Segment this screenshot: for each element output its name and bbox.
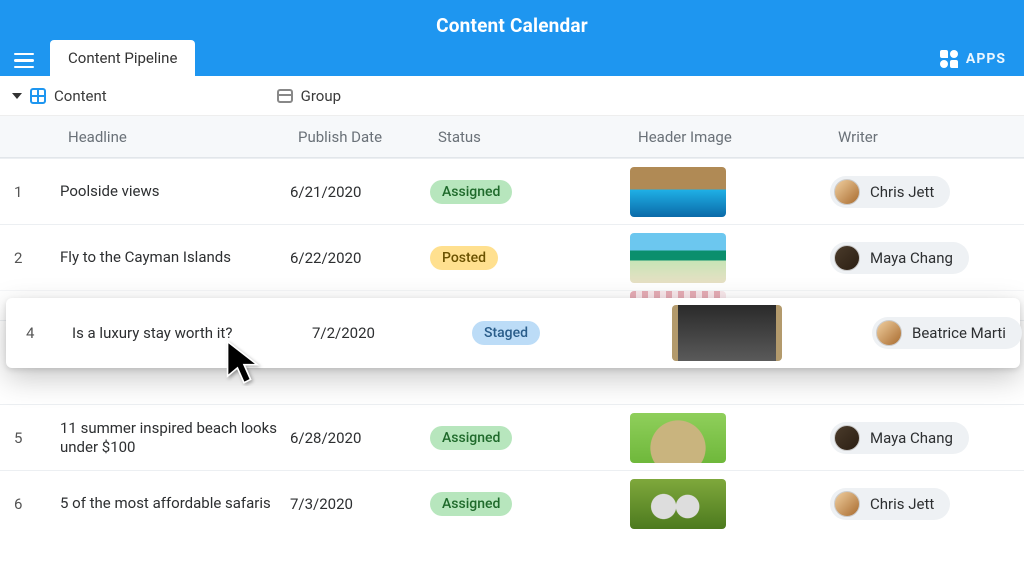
apps-label: APPS <box>966 51 1006 67</box>
cell-headline[interactable]: Poolside views <box>60 182 290 201</box>
tab-content-pipeline[interactable]: Content Pipeline <box>50 40 195 76</box>
caret-down-icon <box>12 93 22 99</box>
cell-writer[interactable]: Maya Chang <box>830 242 1024 274</box>
cell-status[interactable]: Assigned <box>430 426 630 450</box>
apps-button[interactable]: APPS <box>940 50 1024 76</box>
cell-headline[interactable]: Fly to the Cayman Islands <box>60 248 290 267</box>
status-badge: Assigned <box>430 180 512 204</box>
cell-status[interactable]: Staged <box>472 321 672 345</box>
writer-name: Maya Chang <box>870 249 953 267</box>
column-header-row: Headline Publish Date Status Header Imag… <box>0 116 1024 158</box>
cell-date[interactable]: 6/22/2020 <box>290 249 430 267</box>
cell-status[interactable]: Assigned <box>430 492 630 516</box>
cell-date[interactable]: 6/21/2020 <box>290 183 430 201</box>
status-badge: Posted <box>430 246 498 270</box>
table-row[interactable]: 5 11 summer inspired beach looks under $… <box>0 404 1024 470</box>
avatar <box>834 245 860 271</box>
dragged-row[interactable]: 4 Is a luxury stay worth it? 7/2/2020 St… <box>6 298 1020 368</box>
table-icon <box>30 88 46 104</box>
card-icon <box>277 89 293 103</box>
row-index: 2 <box>0 249 60 267</box>
table-row[interactable]: 1 Poolside views 6/21/2020 Assigned Chri… <box>0 158 1024 224</box>
avatar <box>834 491 860 517</box>
page-title: Content Calendar <box>0 0 1024 37</box>
row-index: 6 <box>0 495 60 513</box>
thumbnail-image <box>630 167 726 217</box>
menu-icon[interactable] <box>0 53 48 77</box>
writer-name: Maya Chang <box>870 429 953 447</box>
writer-name: Beatrice Marti <box>912 324 1006 342</box>
mouse-cursor-icon <box>224 340 264 386</box>
header-bar: Content Pipeline APPS <box>0 40 1024 76</box>
writer-chip: Chris Jett <box>830 488 950 520</box>
view-content[interactable]: Content <box>12 87 107 105</box>
thumbnail-image <box>672 305 782 361</box>
writer-chip: Maya Chang <box>830 242 969 274</box>
thumbnail-image <box>630 479 726 529</box>
view-group-label: Group <box>301 87 341 105</box>
table-row[interactable]: 2 Fly to the Cayman Islands 6/22/2020 Po… <box>0 224 1024 290</box>
cell-status[interactable]: Posted <box>430 246 630 270</box>
rows-container: 1 Poolside views 6/21/2020 Assigned Chri… <box>0 158 1024 536</box>
col-header-image[interactable]: Header Image <box>630 128 830 146</box>
view-content-label: Content <box>54 87 107 105</box>
col-status[interactable]: Status <box>430 128 630 146</box>
cell-headline[interactable]: 5 of the most affordable safaris <box>60 494 290 513</box>
view-bar: Content Group <box>0 76 1024 116</box>
cell-image[interactable] <box>630 479 830 529</box>
table-row[interactable]: 6 5 of the most affordable safaris 7/3/2… <box>0 470 1024 536</box>
cell-image[interactable] <box>630 233 830 283</box>
col-publish-date[interactable]: Publish Date <box>290 128 430 146</box>
thumbnail-image <box>630 413 726 463</box>
cell-date[interactable]: 7/2/2020 <box>312 324 472 342</box>
cell-headline[interactable]: 11 summer inspired beach looks under $10… <box>60 419 290 457</box>
cell-date[interactable]: 6/28/2020 <box>290 429 430 447</box>
apps-icon <box>940 50 958 68</box>
cell-writer[interactable]: Chris Jett <box>830 488 1024 520</box>
row-index: 5 <box>0 429 60 447</box>
writer-chip: Maya Chang <box>830 422 969 454</box>
view-group[interactable]: Group <box>277 87 341 105</box>
cell-status[interactable]: Assigned <box>430 180 630 204</box>
cell-writer[interactable]: Maya Chang <box>830 422 1024 454</box>
row-index: 4 <box>6 324 72 342</box>
avatar <box>834 425 860 451</box>
status-badge: Assigned <box>430 426 512 450</box>
cell-writer[interactable]: Beatrice Marti <box>872 317 1024 349</box>
cell-headline[interactable]: Is a luxury stay worth it? <box>72 324 312 343</box>
col-headline[interactable]: Headline <box>60 128 290 146</box>
avatar <box>834 179 860 205</box>
thumbnail-image <box>630 233 726 283</box>
status-badge: Staged <box>472 321 540 345</box>
col-writer[interactable]: Writer <box>830 128 1024 146</box>
cell-image[interactable] <box>672 305 872 361</box>
cell-image[interactable] <box>630 413 830 463</box>
writer-name: Chris Jett <box>870 495 934 513</box>
app-header: Content Calendar Content Pipeline APPS <box>0 0 1024 76</box>
cell-image[interactable] <box>630 167 830 217</box>
writer-chip: Beatrice Marti <box>872 317 1022 349</box>
writer-name: Chris Jett <box>870 183 934 201</box>
writer-chip: Chris Jett <box>830 176 950 208</box>
avatar <box>876 320 902 346</box>
status-badge: Assigned <box>430 492 512 516</box>
cell-date[interactable]: 7/3/2020 <box>290 495 430 513</box>
row-index: 1 <box>0 183 60 201</box>
cell-writer[interactable]: Chris Jett <box>830 176 1024 208</box>
